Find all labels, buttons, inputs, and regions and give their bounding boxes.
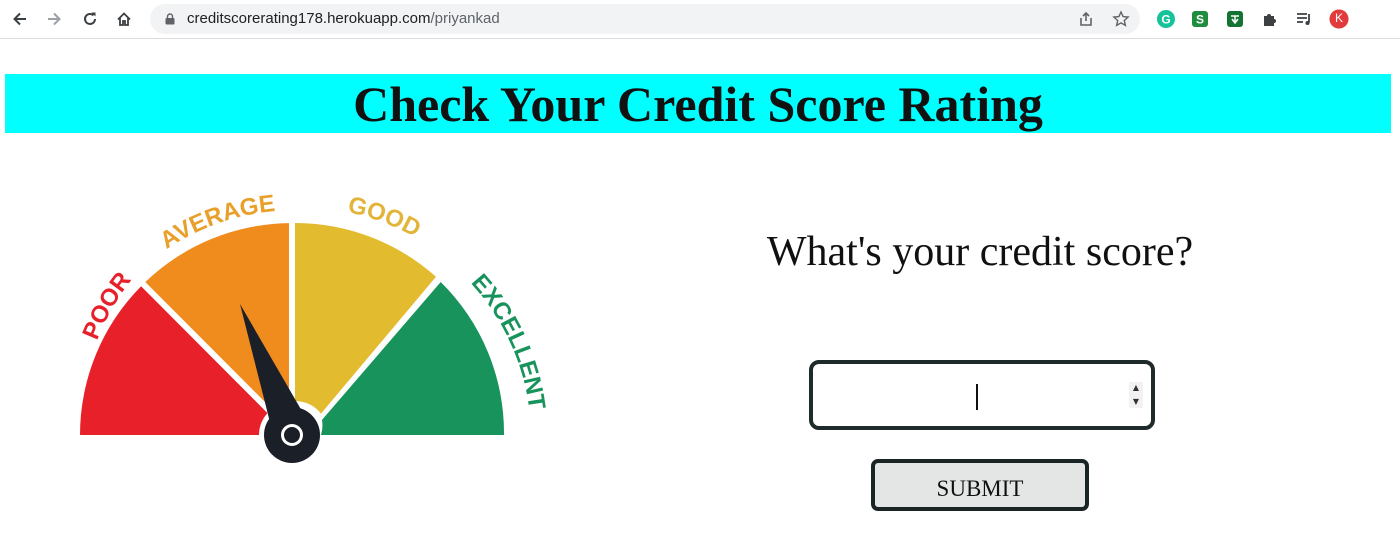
text-caret: [976, 384, 978, 410]
translate-extension-icon[interactable]: [1225, 9, 1245, 29]
bookmark-star-icon[interactable]: [1112, 10, 1130, 28]
spinner-up-icon[interactable]: ▲: [1133, 382, 1139, 394]
header-banner: Check Your Credit Score Rating: [5, 74, 1391, 133]
reload-icon[interactable]: [78, 7, 102, 31]
lock-icon: [165, 13, 175, 25]
url-text: creditscorerating178.herokuapp.com/priya…: [187, 10, 500, 27]
svg-text:G: G: [1161, 13, 1170, 27]
credit-score-field[interactable]: ▲ ▼: [809, 360, 1155, 430]
back-icon[interactable]: [8, 7, 32, 31]
svg-text:S: S: [1196, 13, 1204, 27]
s-extension-icon[interactable]: S: [1190, 9, 1210, 29]
credit-score-question: What's your credit score?: [766, 229, 1194, 275]
grammarly-extension-icon[interactable]: G: [1156, 9, 1176, 29]
spinner-down-icon[interactable]: ▼: [1133, 396, 1139, 408]
submit-button[interactable]: SUBMIT: [871, 459, 1089, 511]
home-icon[interactable]: [112, 7, 136, 31]
media-queue-icon[interactable]: [1294, 9, 1314, 29]
address-bar[interactable]: creditscorerating178.herokuapp.com/priya…: [150, 4, 1140, 34]
credit-score-input[interactable]: [813, 364, 1123, 426]
extensions-puzzle-icon[interactable]: [1260, 9, 1280, 29]
credit-score-gauge: POOR AVERAGE GOOD EXCELLENT: [77, 190, 550, 463]
page-title: Check Your Credit Score Rating: [353, 75, 1043, 132]
url-path: /priyankad: [430, 10, 500, 27]
number-spinner[interactable]: ▲ ▼: [1129, 382, 1143, 408]
profile-initial: K: [1334, 11, 1343, 25]
forward-icon[interactable]: [42, 7, 66, 31]
browser-toolbar: creditscorerating178.herokuapp.com/priya…: [0, 0, 1400, 39]
url-host: creditscorerating178.herokuapp.com: [187, 10, 431, 27]
profile-avatar[interactable]: K: [1329, 9, 1349, 29]
share-icon[interactable]: [1077, 10, 1095, 28]
